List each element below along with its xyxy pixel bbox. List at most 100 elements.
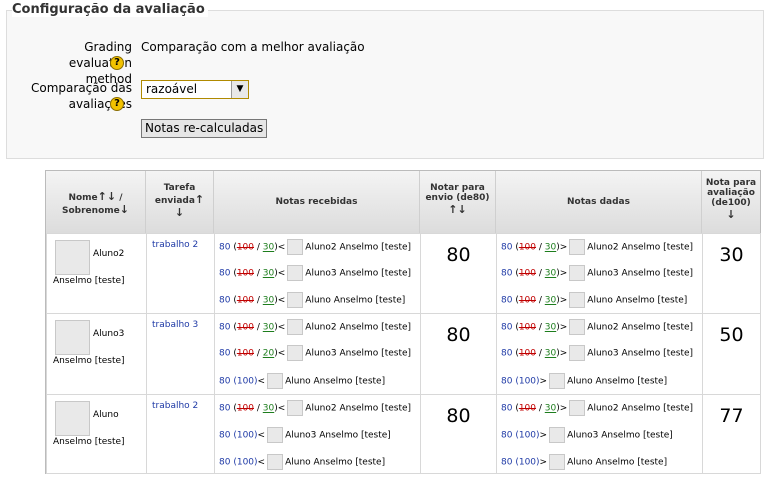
eval-grade-cell: 77: [702, 394, 761, 474]
adjusted-score[interactable]: 20: [263, 349, 274, 359]
received-line: 80 (100 / 30)< Aluno2 Anselmo [teste]: [219, 239, 411, 255]
help-icon[interactable]: ?: [110, 97, 124, 111]
original-score: 100: [236, 242, 255, 253]
original-score: 100: [518, 348, 537, 359]
avatar[interactable]: [55, 240, 90, 275]
task-link[interactable]: trabalho 3: [152, 320, 198, 330]
header-send[interactable]: Notar para envio (de80) ↑↓: [420, 171, 496, 233]
avatar: [569, 319, 586, 335]
avatar: [267, 454, 284, 470]
method-value: Comparação com a melhor avaliação: [141, 40, 365, 54]
score-link[interactable]: 80: [219, 458, 230, 468]
plain-score: 100: [518, 376, 537, 387]
header-received-text: Notas recebidas: [275, 197, 358, 207]
score-link[interactable]: 80: [219, 269, 230, 279]
recalculate-button[interactable]: Notas re-calculadas: [141, 119, 268, 138]
sort-down-icon[interactable]: ↓: [702, 208, 760, 221]
sort-down-icon[interactable]: ↓: [146, 206, 213, 219]
reviewer-name: Aluno2 Anselmo [teste]: [305, 403, 412, 414]
avatar: [287, 400, 304, 416]
adjusted-score[interactable]: 30: [545, 269, 556, 279]
student-first-name[interactable]: Aluno3: [93, 329, 124, 339]
student-cell: Aluno3 Anselmo [teste]: [46, 313, 147, 395]
sort-arrows-icon[interactable]: ↑↓: [98, 190, 116, 203]
sort-up-icon[interactable]: ↑: [195, 193, 204, 206]
score-link[interactable]: 80: [501, 431, 512, 441]
avatar: [549, 454, 566, 470]
adjusted-score[interactable]: 30: [263, 296, 274, 306]
avatar[interactable]: [55, 401, 90, 436]
reviewee-name: Aluno2 Anselmo [teste]: [587, 242, 694, 253]
reviewer-name: Aluno Anselmo [teste]: [305, 295, 406, 306]
score-link[interactable]: 80: [501, 296, 512, 306]
adjusted-score[interactable]: 30: [263, 243, 274, 253]
score-link[interactable]: 80: [219, 431, 230, 441]
plain-score: 100: [236, 376, 255, 387]
student-first-name[interactable]: Aluno: [93, 410, 119, 420]
student-first-name[interactable]: Aluno2: [93, 249, 124, 259]
score-link[interactable]: 80: [219, 404, 230, 414]
adjusted-score[interactable]: 30: [545, 349, 556, 359]
adjusted-score[interactable]: 30: [263, 404, 274, 414]
send-grade-cell: 80: [420, 313, 497, 395]
chevron-down-icon[interactable]: ▼: [231, 81, 248, 98]
score-link[interactable]: 80: [501, 269, 512, 279]
received-line: 80 (100 / 30)< Aluno2 Anselmo [teste]: [219, 319, 411, 335]
score-link[interactable]: 80: [501, 349, 512, 359]
score-link[interactable]: 80: [219, 243, 230, 253]
reviewee-name: Aluno Anselmo [teste]: [587, 295, 688, 306]
send-grade-cell: 80: [420, 394, 497, 474]
task-cell: trabalho 2: [146, 394, 215, 474]
received-line: 80 (100 / 30)< Aluno3 Anselmo [teste]: [219, 265, 411, 281]
header-name-text: Nome: [68, 193, 98, 203]
adjusted-score[interactable]: 30: [263, 323, 274, 333]
score-link[interactable]: 80: [219, 349, 230, 359]
score-link[interactable]: 80: [219, 296, 230, 306]
score-link[interactable]: 80: [501, 243, 512, 253]
reviewee-name: Aluno3 Anselmo [teste]: [567, 430, 673, 441]
plain-score: 100: [518, 430, 537, 441]
original-score: 100: [236, 295, 255, 306]
header-task[interactable]: Tarefa enviada↑ ↓: [146, 171, 214, 233]
compare-select[interactable]: razoável ▼: [141, 80, 249, 99]
adjusted-score[interactable]: 30: [545, 296, 556, 306]
header-eval[interactable]: Nota para avaliação (de100) ↓: [702, 171, 760, 233]
header-given-text: Notas dadas: [567, 197, 630, 207]
avatar: [569, 265, 586, 281]
avatar: [569, 239, 586, 255]
adjusted-score[interactable]: 30: [545, 243, 556, 253]
sort-arrows-icon[interactable]: ↑↓: [420, 203, 495, 216]
adjusted-score[interactable]: 30: [545, 404, 556, 414]
score-link[interactable]: 80: [501, 323, 512, 333]
reviewer-name: Aluno3 Anselmo [teste]: [285, 430, 391, 441]
given-line: 80 (100 / 30)> Aluno3 Anselmo [teste]: [501, 345, 693, 361]
adjusted-score[interactable]: 30: [545, 323, 556, 333]
adjusted-score[interactable]: 30: [263, 269, 274, 279]
student-cell: Aluno2 Anselmo [teste]: [46, 233, 147, 314]
given-line: 80 (100)> Aluno3 Anselmo [teste]: [501, 427, 673, 443]
plain-score: 100: [236, 430, 255, 441]
compare-label-line1: Comparação das: [31, 81, 132, 95]
avatar: [267, 373, 284, 389]
original-score: 100: [518, 295, 537, 306]
score-link[interactable]: 80: [219, 323, 230, 333]
score-link[interactable]: 80: [501, 404, 512, 414]
given-line: 80 (100 / 30)> Aluno2 Anselmo [teste]: [501, 319, 693, 335]
reviewee-name: Aluno3 Anselmo [teste]: [587, 348, 694, 359]
avatar[interactable]: [55, 320, 90, 355]
original-score: 100: [236, 348, 255, 359]
given-line: 80 (100 / 30)> Aluno2 Anselmo [teste]: [501, 239, 693, 255]
help-icon[interactable]: ?: [110, 56, 124, 70]
sort-down-icon[interactable]: ↓: [120, 203, 129, 216]
score-link[interactable]: 80: [219, 377, 230, 387]
avatar: [287, 239, 304, 255]
given-cell: 80 (100 / 30)> Aluno2 Anselmo [teste] 80 …: [496, 394, 703, 474]
header-send-line1: Notar para: [430, 183, 485, 193]
score-link[interactable]: 80: [501, 458, 512, 468]
header-name[interactable]: Nome↑↓ / Sobrenome↓: [46, 171, 146, 233]
score-link[interactable]: 80: [501, 377, 512, 387]
task-link[interactable]: trabalho 2: [152, 240, 198, 250]
task-link[interactable]: trabalho 2: [152, 401, 198, 411]
reviewer-name: Aluno2 Anselmo [teste]: [305, 242, 412, 253]
send-grade: 80: [446, 405, 471, 427]
